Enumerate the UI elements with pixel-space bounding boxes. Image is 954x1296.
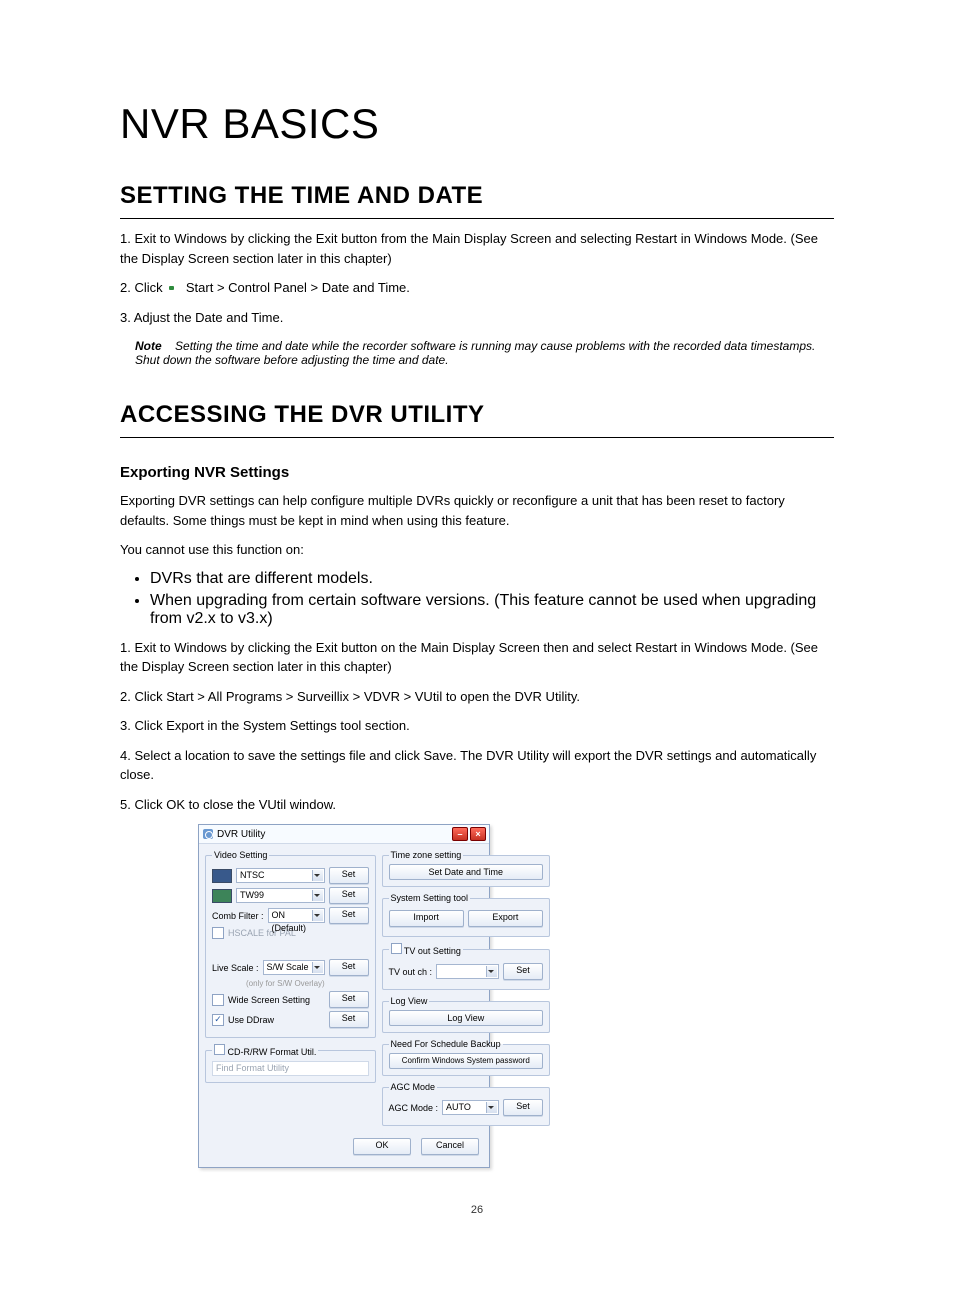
export-step-1: 1. Exit to Windows by clicking the Exit …: [120, 638, 834, 677]
logview-legend: Log View: [389, 996, 430, 1006]
live-scale-select[interactable]: S/W Scale: [263, 960, 325, 975]
export-step-2: 2. Click Start > All Programs > Surveill…: [120, 687, 834, 707]
ddraw-label: Use DDraw: [228, 1015, 274, 1025]
timezone-group: Time zone setting Set Date and Time: [382, 850, 551, 887]
ntsc-select[interactable]: NTSC: [236, 868, 325, 883]
page-title: NVR BASICS: [120, 100, 834, 148]
tvout-select[interactable]: [436, 964, 499, 979]
logview-button[interactable]: Log View: [389, 1010, 544, 1026]
live-scale-label: Live Scale :: [212, 963, 259, 973]
set-chip-button[interactable]: Set: [329, 887, 369, 904]
schedule-backup-group: Need For Schedule Backup Confirm Windows…: [382, 1039, 551, 1076]
cd-format-legend: CD-R/RW Format Util.: [228, 1047, 317, 1057]
region-icon: [212, 869, 232, 883]
export-step-4: 4. Select a location to save the setting…: [120, 746, 834, 785]
step-adjust-datetime: 3. Adjust the Date and Time.: [120, 308, 834, 328]
app-icon: [203, 829, 213, 839]
video-setting-legend: Video Setting: [212, 850, 269, 860]
export-intro-1: Exporting DVR settings can help configur…: [120, 491, 834, 530]
cd-format-checkbox[interactable]: [214, 1044, 225, 1055]
page-number: 26: [120, 1204, 834, 1216]
set-comb-filter-button[interactable]: Set: [329, 907, 369, 924]
note-text: Setting the time and date while the reco…: [135, 339, 815, 367]
set-ntsc-button[interactable]: Set: [329, 867, 369, 884]
ok-button[interactable]: OK: [353, 1138, 411, 1155]
agc-select[interactable]: AUTO: [442, 1100, 499, 1115]
import-button[interactable]: Import: [389, 910, 464, 927]
system-setting-group: System Setting tool Import Export: [382, 893, 551, 937]
export-step-3: 3. Click Export in the System Settings t…: [120, 716, 834, 736]
export-step-5: 5. Click OK to close the VUtil window.: [120, 795, 834, 815]
step-exit-windows-a: 1. Exit to Windows by clicking the Exit …: [120, 229, 834, 268]
agc-legend: AGC Mode: [389, 1082, 438, 1092]
wave-icon: [212, 889, 232, 903]
note-label: Note: [135, 339, 162, 353]
set-tvout-button[interactable]: Set: [503, 963, 543, 980]
cancel-button[interactable]: Cancel: [421, 1138, 479, 1155]
window-title: DVR Utility: [217, 829, 265, 840]
agc-group: AGC Mode AGC Mode : AUTO Set: [382, 1082, 551, 1126]
set-agc-button[interactable]: Set: [503, 1099, 543, 1116]
system-setting-legend: System Setting tool: [389, 893, 471, 903]
set-ddraw-button[interactable]: Set: [329, 1011, 369, 1028]
list-item: DVRs that are different models.: [150, 570, 834, 588]
note-box: Note Setting the time and date while the…: [135, 339, 834, 367]
window-titlebar[interactable]: DVR Utility – ×: [199, 825, 489, 844]
widescreen-checkbox[interactable]: [212, 994, 224, 1006]
agc-label: AGC Mode :: [389, 1103, 439, 1113]
step-click-start: 2. Click Start > Control Panel > Date an…: [120, 278, 834, 298]
dvr-utility-window: DVR Utility – × Video Setting NTSC Set: [198, 824, 490, 1168]
set-livescale-button[interactable]: Set: [329, 959, 369, 976]
tvout-label: TV out ch :: [389, 967, 433, 977]
windows-globe-icon: [166, 281, 182, 297]
subheading-exporting: Exporting NVR Settings: [120, 464, 834, 481]
hscale-checkbox: [212, 927, 224, 939]
set-widescreen-button[interactable]: Set: [329, 991, 369, 1008]
export-intro-2: You cannot use this function on:: [120, 540, 834, 560]
step2-prefix: 2. Click: [120, 280, 163, 295]
section-heading-dvr-utility: ACCESSING THE DVR UTILITY: [120, 401, 834, 438]
timezone-legend: Time zone setting: [389, 850, 464, 860]
export-button[interactable]: Export: [468, 910, 543, 927]
section-heading-time-date: SETTING THE TIME AND DATE: [120, 182, 834, 219]
schedule-backup-legend: Need For Schedule Backup: [389, 1039, 503, 1049]
tvout-legend: TV out Setting: [404, 946, 461, 956]
cd-format-group: CD-R/RW Format Util. Find Format Utility: [205, 1044, 376, 1083]
minimize-button[interactable]: –: [452, 827, 468, 841]
comb-filter-label: Comb Filter :: [212, 911, 264, 921]
widescreen-label: Wide Screen Setting: [228, 995, 310, 1005]
set-date-time-button[interactable]: Set Date and Time: [389, 864, 544, 880]
live-scale-hint: (only for S/W Overlay): [246, 979, 369, 988]
comb-filter-select[interactable]: ON (Default): [268, 908, 325, 923]
find-format-utility-field: Find Format Utility: [212, 1061, 369, 1076]
step2-path: Start > Control Panel > Date and Time.: [186, 280, 410, 295]
export-restrictions: DVRs that are different models. When upg…: [150, 570, 834, 628]
close-button[interactable]: ×: [470, 827, 486, 841]
ddraw-checkbox[interactable]: ✓: [212, 1014, 224, 1026]
logview-group: Log View Log View: [382, 996, 551, 1033]
list-item: When upgrading from certain software ver…: [150, 592, 834, 628]
tvout-group: TV out Setting TV out ch : Set: [382, 943, 551, 990]
video-setting-group: Video Setting NTSC Set TW99 Set Comb Fil…: [205, 850, 376, 1038]
tvout-checkbox[interactable]: [391, 943, 402, 954]
confirm-password-button[interactable]: Confirm Windows System password: [389, 1053, 544, 1069]
chip-select[interactable]: TW99: [236, 888, 325, 903]
